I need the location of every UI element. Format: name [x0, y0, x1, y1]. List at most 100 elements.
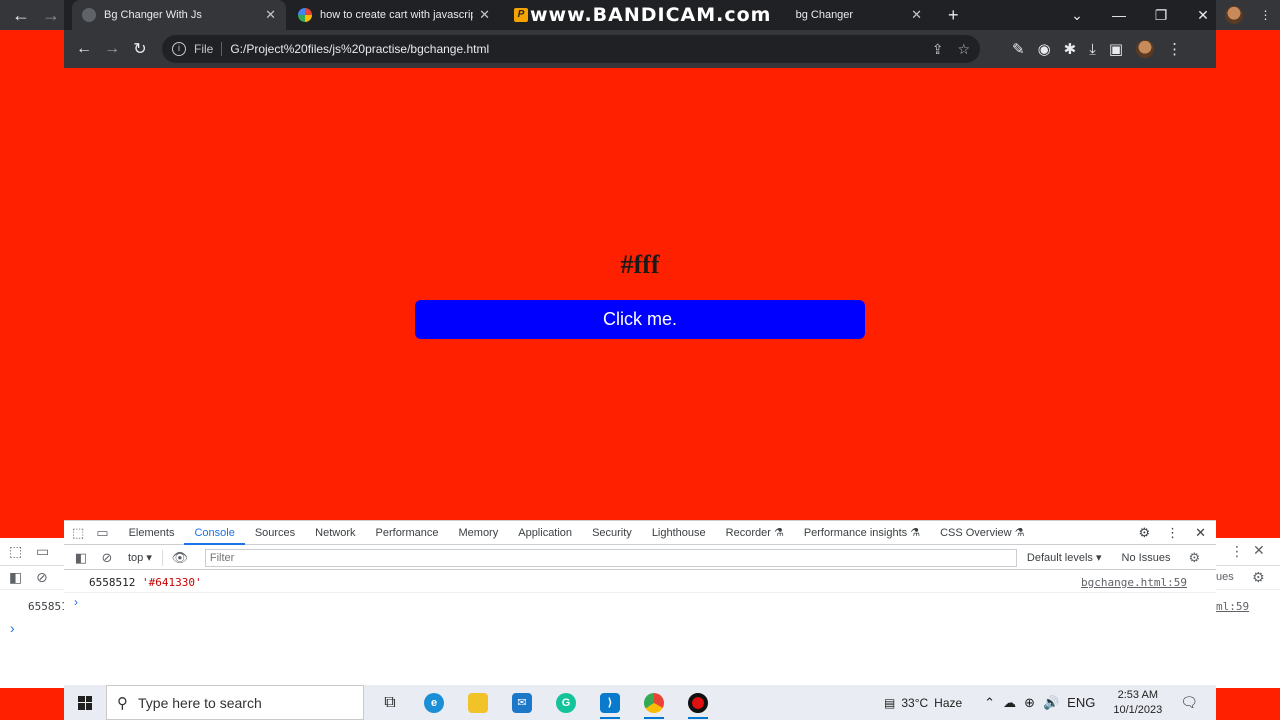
volume-icon[interactable]: 🔊 [1043, 695, 1059, 711]
restore-icon[interactable]: ❐ [1140, 7, 1182, 24]
tab-css-overview[interactable]: CSS Overview ⚗ [930, 521, 1034, 545]
mail-icon[interactable]: ✉ [500, 685, 544, 720]
devtools-tabs: ⬚ ▭ Elements Console Sources Network Per… [64, 521, 1216, 545]
address-bar[interactable]: i File G:/Project%20files/js%20practise/… [162, 35, 980, 63]
close-icon[interactable]: ✕ [479, 7, 490, 23]
console-settings-icon[interactable]: ⚙ [1188, 550, 1200, 566]
more-options-icon[interactable]: ⋮ [1166, 525, 1179, 541]
back-arrow-icon[interactable]: ← [12, 5, 30, 26]
network-icon[interactable]: ⊕ [1024, 695, 1035, 711]
clock[interactable]: 2:53 AM 10/1/2023 [1113, 688, 1162, 718]
context-selector[interactable]: top ▾ [128, 549, 163, 566]
taskbar-search[interactable]: ⚲ Type here to search [106, 685, 364, 720]
tab-search-icon[interactable]: ⌄ [1056, 7, 1098, 24]
weather-icon: ▤ [884, 695, 896, 710]
tab-recorder[interactable]: Recorder ⚗ [716, 521, 794, 545]
edge-icon[interactable]: e [412, 685, 456, 720]
task-view-icon[interactable]: ⧉ [368, 685, 412, 720]
tab-lighthouse[interactable]: Lighthouse [642, 521, 716, 545]
clock-date: 10/1/2023 [1113, 703, 1163, 716]
close-window-icon[interactable]: ✕ [1182, 7, 1224, 24]
system-tray: ▤ 33°C Haze ⌃ ☁ ⊕ 🔊 ENG 2:53 AM 10/1/202… [884, 685, 1198, 720]
menu-icon[interactable]: ⋮ [1167, 40, 1182, 58]
star-icon[interactable]: ☆ [957, 41, 970, 58]
tab-console[interactable]: Console [184, 521, 245, 545]
outer-close-icon[interactable]: ✕ [1253, 542, 1265, 559]
avatar[interactable] [1136, 40, 1155, 58]
inspect-icon[interactable]: ⬚ [9, 543, 22, 560]
puzzle-icon[interactable]: ✱ [1064, 40, 1077, 58]
eyedropper-icon[interactable]: ✎ [1012, 40, 1025, 58]
share-icon[interactable]: ⇪ [932, 41, 944, 58]
toolbar: ← → ↻ i File G:/Project%20files/js%20pra… [64, 30, 1216, 68]
windows-start-icon[interactable] [64, 685, 106, 720]
camera-icon[interactable]: ◉ [1038, 40, 1051, 58]
grammarly-icon[interactable]: G [544, 685, 588, 720]
issues-counter[interactable]: No Issues [1122, 552, 1171, 564]
bandicam-icon: P [514, 8, 528, 22]
tab-network[interactable]: Network [305, 521, 365, 545]
outer-menu-icon[interactable]: ⋮ [1260, 8, 1272, 22]
click-me-button[interactable]: Click me. [415, 300, 865, 339]
hex-color-text: #fff [620, 250, 660, 279]
inspect-element-icon[interactable]: ⬚ [72, 525, 84, 541]
tab-performance[interactable]: Performance [366, 521, 449, 545]
tab-elements[interactable]: Elements [119, 521, 185, 545]
notification-icon[interactable]: 🗨 [1180, 694, 1198, 711]
outer-gear-icon[interactable]: ⚙ [1252, 569, 1265, 586]
tab-performance-insights[interactable]: Performance insights ⚗ [794, 521, 930, 545]
clear-icon[interactable]: ⊘ [36, 569, 48, 586]
url-text[interactable]: G:/Project%20files/js%20practise/bgchang… [230, 42, 489, 56]
tab-memory[interactable]: Memory [449, 521, 509, 545]
back-icon[interactable]: ← [70, 40, 98, 58]
weather-widget[interactable]: ▤ 33°C Haze [884, 696, 962, 710]
tab-bar: Bg Changer With Js ✕ how to create cart … [64, 0, 1216, 30]
minimize-icon[interactable]: — [1098, 7, 1140, 23]
new-tab-button[interactable]: + [938, 0, 968, 30]
sidebar-toggle-icon[interactable]: ◧ [9, 569, 22, 586]
browser-window: Bg Changer With Js ✕ how to create cart … [64, 0, 1216, 68]
console-prompt-icon[interactable]: › [74, 595, 78, 609]
device-toolbar-icon[interactable]: ▭ [96, 525, 108, 541]
close-icon[interactable]: ✕ [911, 7, 922, 23]
tab-security[interactable]: Security [582, 521, 642, 545]
outer-prompt-icon[interactable]: › [10, 620, 15, 636]
tab-application[interactable]: Application [508, 521, 582, 545]
log-levels-dropdown[interactable]: Default levels ▾ [1027, 551, 1102, 564]
info-icon[interactable]: i [172, 42, 186, 56]
outer-more-icon[interactable]: ⋮ [1230, 543, 1244, 560]
tab-title: how to create cart with javascrip [320, 9, 474, 21]
chrome-icon[interactable] [632, 685, 676, 720]
bandicam-watermark: www.BANDICAM.com [530, 4, 772, 26]
outer-log-source[interactable]: ml:59 [1216, 600, 1249, 613]
extension-icons: ✎ ◉ ✱ ⤓ ▣ ⋮ [1012, 30, 1182, 68]
search-icon: ⚲ [117, 694, 128, 712]
clear-console-icon[interactable]: ⊘ [98, 550, 116, 566]
context-value: top [128, 551, 144, 564]
tab-cart[interactable]: how to create cart with javascrip ✕ [288, 0, 500, 30]
close-icon[interactable]: ✕ [265, 7, 276, 23]
log-source-link[interactable]: bgchange.html:59 [1081, 576, 1187, 589]
eye-icon[interactable]: 👁 [171, 550, 189, 566]
forward-icon[interactable]: → [98, 40, 126, 58]
file-explorer-icon[interactable] [456, 685, 500, 720]
vscode-icon[interactable]: ⟩ [588, 685, 632, 720]
reload-icon[interactable]: ↻ [126, 39, 154, 59]
device-icon[interactable]: ▭ [36, 543, 49, 560]
cloud-icon[interactable]: ☁ [1003, 695, 1016, 711]
filter-input[interactable] [204, 548, 1017, 567]
caret-down-icon: ▾ [146, 551, 152, 564]
tab-sources[interactable]: Sources [245, 521, 305, 545]
chevron-up-icon[interactable]: ⌃ [984, 695, 995, 711]
bandicam-record-icon[interactable] [676, 685, 720, 720]
sidepanel-icon[interactable]: ▣ [1109, 40, 1123, 58]
language-indicator[interactable]: ENG [1067, 695, 1095, 710]
settings-gear-icon[interactable]: ⚙ [1138, 525, 1150, 541]
forward-arrow-icon[interactable]: → [42, 5, 60, 26]
outer-avatar[interactable] [1224, 6, 1243, 24]
download-icon[interactable]: ⤓ [1089, 41, 1096, 58]
close-devtools-icon[interactable]: ✕ [1195, 525, 1206, 541]
tab-bg-changer[interactable]: Bg Changer With Js ✕ [72, 0, 286, 30]
log-string: '#641330' [141, 576, 202, 589]
sidebar-toggle-icon[interactable]: ◧ [72, 550, 90, 566]
